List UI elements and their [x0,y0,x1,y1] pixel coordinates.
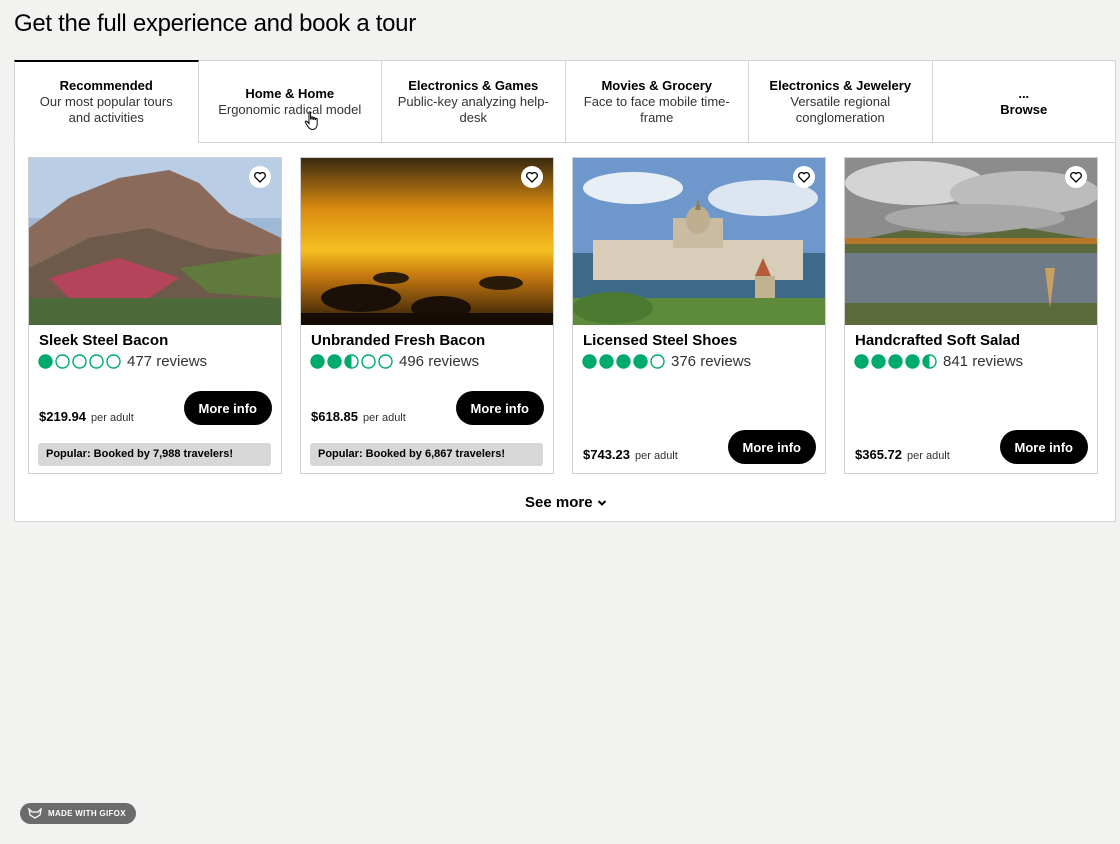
price-unit: per adult [363,412,406,424]
tab-subtitle: Our most popular tours and activities [39,94,173,125]
tour-cards: Sleek Steel Bacon 477 reviews $219.94 pe… [28,157,1098,474]
tab-recommended[interactable]: Recommended Our most popular tours and a… [14,60,199,143]
rating-bubble [616,354,631,369]
rating-bubble [650,354,665,369]
hand-cursor-icon [304,111,320,131]
tab-subtitle: Face to face mobile time-frame [583,93,730,125]
rating-bubble [922,354,937,369]
rating-bubble [38,354,53,369]
price-value: $743.23 [583,447,630,462]
rating-bubble [633,354,648,369]
review-count[interactable]: 477 reviews [127,353,207,370]
category-tabs: Recommended Our most popular tours and a… [14,60,1116,143]
rating-bubble [344,354,359,369]
rating-bubble [361,354,376,369]
rating-bubbles [854,354,937,369]
price-value: $365.72 [855,447,902,462]
chevron-down-icon [597,494,607,511]
tour-card[interactable]: Licensed Steel Shoes 376 reviews $743.23… [572,157,826,474]
rating-bubble [55,354,70,369]
heart-icon[interactable] [793,166,815,188]
tab-browse-label: Browse [1000,101,1048,117]
tours-panel: Recommended Our most popular tours and a… [14,60,1116,522]
tab-electronics-jewelery[interactable]: Electronics & Jewelery Versatile regiona… [749,60,933,143]
see-more-label: See more [525,494,593,511]
tour-title[interactable]: Handcrafted Soft Salad [855,332,1020,349]
tab-title: Electronics & Jewelery [769,77,912,93]
review-count[interactable]: 376 reviews [671,353,751,370]
rating-bubble [106,354,121,369]
see-more-link[interactable]: See more [525,494,607,511]
price: $743.23 per adult [583,447,678,462]
review-count[interactable]: 496 reviews [399,353,479,370]
review-count[interactable]: 841 reviews [943,353,1023,370]
more-info-button[interactable]: More info [999,430,1088,464]
rating-bubbles [310,354,393,369]
price-unit: per adult [907,450,950,462]
tab-subtitle: Versatile regional conglomeration [790,93,891,125]
popular-badge: Popular: Booked by 6,867 travelers! [310,443,543,466]
rating: 477 reviews [38,353,207,370]
tab-movies-grocery[interactable]: Movies & Grocery Face to face mobile tim… [565,60,749,143]
more-info-button[interactable]: More info [455,391,544,425]
rating-bubble [582,354,597,369]
tour-card[interactable]: Unbranded Fresh Bacon 496 reviews $618.8… [300,157,554,474]
tab-subtitle: Public-key analyzing help-desk [397,93,549,125]
rating-bubble [888,354,903,369]
tab-electronics-games[interactable]: Electronics & Games Public-key analyzing… [382,60,566,143]
tab-title: Electronics & Games [408,77,539,93]
more-info-button[interactable]: More info [727,430,816,464]
tour-image [29,158,281,325]
price: $219.94 per adult [39,409,134,424]
heart-icon[interactable] [249,166,271,188]
price-value: $219.94 [39,409,86,424]
gifox-label: MADE WITH GIFOX [48,809,126,818]
price-unit: per adult [91,412,134,424]
rating-bubble [89,354,104,369]
rating-bubble [72,354,87,369]
tour-card[interactable]: Handcrafted Soft Salad 841 reviews $365.… [844,157,1098,474]
heart-icon[interactable] [521,166,543,188]
rating: 841 reviews [854,353,1023,370]
price-unit: per adult [635,450,678,462]
tour-card[interactable]: Sleek Steel Bacon 477 reviews $219.94 pe… [28,157,282,474]
tab-title: Home & Home [245,85,335,101]
tab-home-home[interactable]: Home & Home Ergonomic radical model [198,60,382,143]
tour-image [573,158,825,325]
tab-title: ... [1018,85,1030,101]
tour-title[interactable]: Unbranded Fresh Bacon [311,332,485,349]
rating-bubble [905,354,920,369]
rating: 376 reviews [582,353,751,370]
rating-bubble [310,354,325,369]
price: $618.85 per adult [311,409,406,424]
rating-bubble [378,354,393,369]
tab-title: Recommended [59,78,153,93]
fox-icon [28,808,42,819]
heart-icon[interactable] [1065,166,1087,188]
tab-browse[interactable]: ... Browse [932,60,1116,143]
gifox-badge[interactable]: MADE WITH GIFOX [20,803,136,824]
price: $365.72 per adult [855,447,950,462]
rating-bubbles [582,354,665,369]
rating-bubble [327,354,342,369]
rating-bubbles [38,354,121,369]
tour-image [845,158,1097,325]
rating-bubble [599,354,614,369]
tour-image [301,158,553,325]
tour-title[interactable]: Licensed Steel Shoes [583,332,737,349]
tab-subtitle: Ergonomic radical model [218,101,362,117]
more-info-button[interactable]: More info [183,391,272,425]
page-title: Get the full experience and book a tour [14,10,416,37]
rating-bubble [871,354,886,369]
price-value: $618.85 [311,409,358,424]
tab-title: Movies & Grocery [601,77,713,93]
popular-badge: Popular: Booked by 7,988 travelers! [38,443,271,466]
rating-bubble [854,354,869,369]
rating: 496 reviews [310,353,479,370]
tour-title[interactable]: Sleek Steel Bacon [39,332,168,349]
